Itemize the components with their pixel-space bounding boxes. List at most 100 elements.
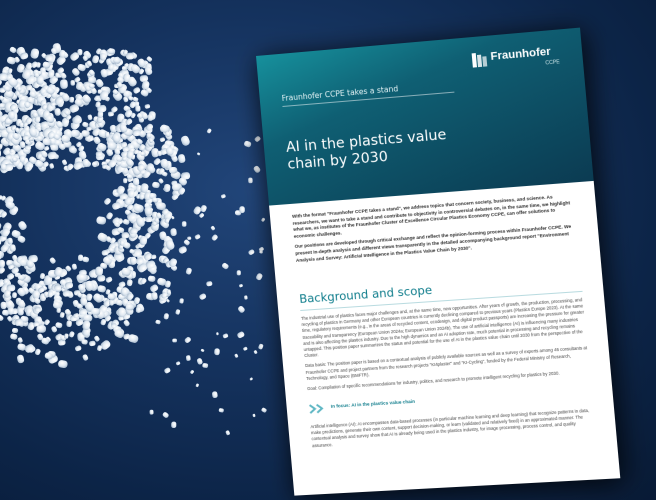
plastic-pellet — [126, 279, 133, 287]
document-title: AI in the plastics value chain by 2030 — [285, 126, 448, 173]
plastic-pellet — [186, 355, 191, 361]
plastic-pellet — [153, 158, 161, 166]
plastic-pellet — [18, 221, 27, 231]
plastic-pellet — [105, 276, 113, 283]
plastic-pellet — [172, 338, 177, 343]
plastic-pellet — [220, 194, 226, 199]
plastic-pellet — [0, 221, 2, 230]
plastic-pellet — [45, 54, 54, 62]
plastic-pellet — [62, 159, 67, 166]
plastic-pellet — [96, 216, 107, 225]
plastic-pellet — [170, 228, 177, 237]
plastic-pellet — [24, 344, 35, 353]
plastic-pellet — [135, 306, 141, 313]
plastic-pellet — [93, 293, 103, 303]
plastic-pellet — [78, 273, 88, 282]
plastic-pellet — [59, 312, 65, 318]
plastic-pellet — [184, 336, 191, 343]
plastic-pellet — [206, 128, 212, 134]
plastic-pellet — [218, 408, 224, 413]
plastic-pellet — [59, 79, 68, 89]
plastic-pellet — [17, 337, 23, 343]
plastic-pellet — [70, 80, 75, 86]
logo-sub: CCPE — [545, 59, 561, 67]
position-paper-document: Fraunhofer CCPE Fraunhofer CCPE takes a … — [256, 27, 621, 496]
plastic-pellet — [175, 361, 181, 366]
plastic-pellet — [253, 350, 258, 354]
plastic-pellet — [10, 333, 18, 340]
plastic-pellet — [126, 303, 135, 311]
plastic-pellet — [179, 298, 184, 304]
plastic-pellet — [244, 295, 248, 300]
plastic-pellet — [0, 173, 1, 186]
plastic-pellet — [82, 354, 89, 361]
plastic-pellet — [248, 177, 253, 184]
fraunhofer-logo: Fraunhofer CCPE — [471, 43, 572, 74]
plastic-pellet — [77, 49, 83, 56]
plastic-pellet — [49, 257, 56, 264]
plastic-pellet — [106, 212, 113, 220]
plastic-pellet — [147, 275, 156, 282]
plastic-pellet — [196, 358, 203, 365]
plastic-pellet — [0, 259, 5, 268]
plastic-pellet — [74, 345, 82, 352]
plastic-pellet — [234, 353, 239, 358]
plastic-pellet — [87, 114, 93, 121]
body-text: The industrial use of plastics faces maj… — [301, 297, 591, 396]
plastic-pellet — [69, 331, 75, 338]
plastic-pellet — [163, 183, 171, 192]
logo-name: Fraunhofer — [490, 45, 552, 63]
plastic-pellet — [190, 370, 194, 374]
plastic-pellet — [152, 181, 160, 189]
plastic-pellet — [144, 104, 151, 109]
plastic-pellet — [175, 309, 181, 315]
plastic-pellet — [194, 234, 201, 240]
plastic-pellet — [120, 287, 128, 296]
double-chevron-icon — [309, 403, 328, 414]
plastic-pellet — [163, 313, 169, 320]
plastic-pellet — [202, 363, 209, 368]
plastic-pellet — [30, 48, 40, 59]
plastic-pellet — [211, 234, 218, 241]
plastic-pellet — [164, 367, 171, 374]
plastic-pellet — [236, 270, 241, 276]
plastic-pellet — [9, 46, 17, 54]
plastic-pellet — [121, 232, 130, 239]
plastic-pellet — [249, 377, 253, 381]
plastic-pellet — [36, 325, 47, 333]
plastic-pellet — [49, 163, 54, 169]
plastic-pellet — [54, 284, 62, 291]
plastic-pellet — [44, 319, 50, 326]
plastic-pellet — [187, 236, 192, 240]
plastic-pellet — [66, 320, 72, 327]
plastic-pellet — [222, 333, 229, 339]
document-header: Fraunhofer CCPE Fraunhofer CCPE takes a … — [256, 27, 594, 206]
plastic-pellet — [200, 205, 207, 213]
plastic-pellet — [140, 151, 146, 156]
plastic-pellet — [162, 412, 169, 418]
plastic-pellet — [222, 262, 229, 270]
plastic-pellet — [252, 413, 256, 418]
plastic-pellet — [12, 328, 19, 334]
plastic-pellet — [89, 340, 96, 347]
plastic-pellet — [0, 314, 4, 321]
plastic-pellet — [97, 285, 106, 293]
plastic-pellet — [6, 284, 16, 292]
plastic-pellet — [123, 178, 128, 184]
plastic-pellet — [210, 225, 216, 231]
plastic-pellet — [145, 216, 153, 223]
intro-text: With the format "Fraunhofer CCPE takes a… — [292, 193, 579, 268]
plastic-pellet — [135, 105, 141, 112]
plastic-pellet — [185, 267, 192, 275]
plastic-pellet — [256, 273, 263, 281]
plastic-pellet — [177, 154, 186, 163]
plastic-pellet — [100, 53, 107, 61]
plastic-pellet — [199, 293, 207, 300]
plastic-pellet — [169, 167, 178, 174]
plastic-pellet — [180, 135, 190, 146]
plastic-pellet — [0, 149, 1, 158]
plastic-pellet — [17, 354, 25, 364]
plastic-pellet — [77, 254, 84, 262]
plastic-pellet — [216, 332, 219, 336]
plastic-pellet — [261, 407, 267, 413]
